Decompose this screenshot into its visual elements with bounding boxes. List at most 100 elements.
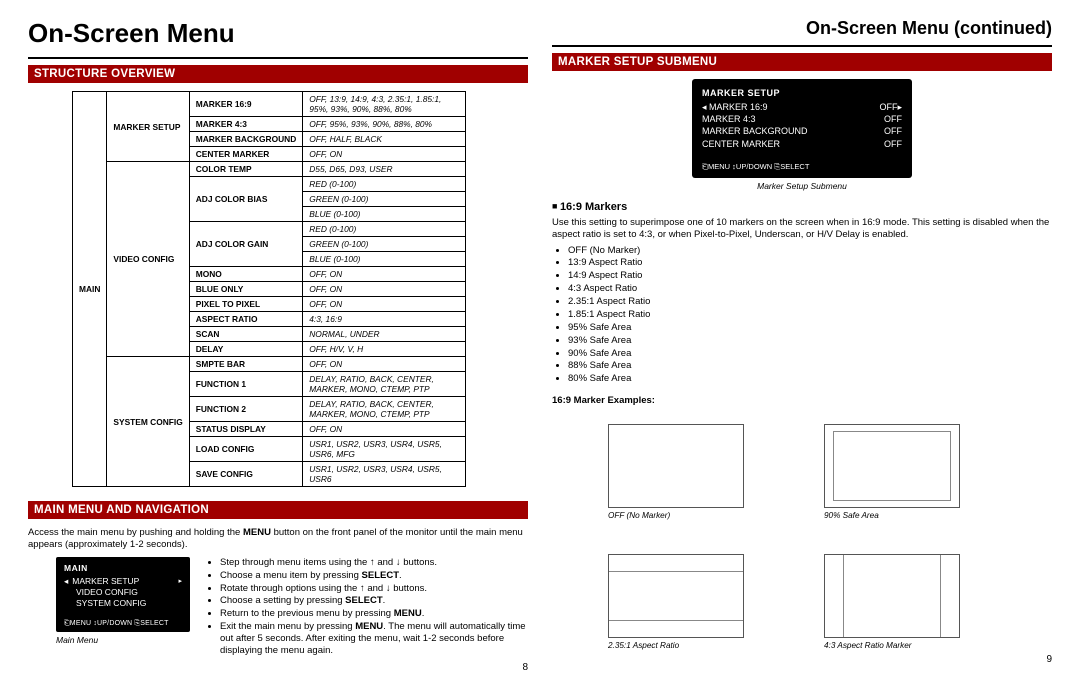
marker-examples: OFF (No Marker) 90% Safe Area 2.35:1 Aspec… xyxy=(608,424,1052,650)
table-setting-name: MARKER 16:9 xyxy=(189,92,303,117)
table-setting-values: USR1, USR2, USR3, USR4, USR5, USR6, MFG xyxy=(303,437,466,462)
table-setting-name: MONO xyxy=(189,267,303,282)
marker-example-caption: 90% Safe Area xyxy=(824,511,960,520)
marker-example: 2.35:1 Aspect Ratio xyxy=(608,554,744,650)
nav-bullet: Exit the main menu by pressing MENU. The… xyxy=(220,621,528,657)
section-structure-overview: STRUCTURE OVERVIEW xyxy=(28,65,528,83)
table-setting-values: BLUE (0-100) xyxy=(303,252,466,267)
marker-example: OFF (No Marker) xyxy=(608,424,744,520)
lcd-row: ◂ MARKER 16:9OFF▸ xyxy=(702,101,902,113)
table-setting-name: ASPECT RATIO xyxy=(189,312,303,327)
table-setting-name: CENTER MARKER xyxy=(189,147,303,162)
table-setting-name: MARKER 4:3 xyxy=(189,117,303,132)
divider xyxy=(552,45,1052,47)
table-setting-name: DELAY xyxy=(189,342,303,357)
table-setting-values: GREEN (0-100) xyxy=(303,237,466,252)
marker-list-item: 13:9 Aspect Ratio xyxy=(568,257,1052,269)
section-marker-setup: MARKER SETUP SUBMENU xyxy=(552,53,1052,71)
table-setting-values: OFF, ON xyxy=(303,357,466,372)
heading-169-markers: 16:9 Markers xyxy=(552,201,1052,213)
marker-example: 90% Safe Area xyxy=(824,424,960,520)
main-menu-lcd: MAIN ◂MARKER SETUP VIDEO CONFIG SYSTEM C… xyxy=(56,557,190,632)
marker-list-item: 2.35:1 Aspect Ratio xyxy=(568,296,1052,308)
marker-example-caption: OFF (No Marker) xyxy=(608,511,744,520)
table-setting-values: OFF, ON xyxy=(303,147,466,162)
table-setting-name: SAVE CONFIG xyxy=(189,462,303,487)
nav-bullet: Choose a setting by pressing SELECT. xyxy=(220,595,528,607)
table-setting-values: RED (0-100) xyxy=(303,177,466,192)
marker-list-item: OFF (No Marker) xyxy=(568,245,1052,257)
page-title-left: On-Screen Menu xyxy=(28,18,528,49)
marker-list-item: 80% Safe Area xyxy=(568,373,1052,385)
table-group-label: VIDEO CONFIG xyxy=(107,162,189,357)
marker-list-item: 14:9 Aspect Ratio xyxy=(568,270,1052,282)
page-number-left: 8 xyxy=(28,662,528,673)
nav-bullets: Step through menu items using the ↑ and … xyxy=(220,557,528,658)
marker-option-list: OFF (No Marker)13:9 Aspect Ratio14:9 Asp… xyxy=(568,245,1052,386)
table-setting-name: STATUS DISPLAY xyxy=(189,422,303,437)
nav-bullet: Return to the previous menu by pressing … xyxy=(220,608,528,620)
table-setting-name: ADJ COLOR GAIN xyxy=(189,222,303,267)
structure-table: MAINMARKER SETUPMARKER 16:9OFF, 13:9, 14… xyxy=(72,91,466,487)
table-main-label: MAIN xyxy=(73,92,107,487)
table-setting-name: FUNCTION 1 xyxy=(189,372,303,397)
table-setting-values: OFF, ON xyxy=(303,267,466,282)
table-setting-values: OFF, HALF, BLACK xyxy=(303,132,466,147)
table-setting-values: GREEN (0-100) xyxy=(303,192,466,207)
table-setting-values: NORMAL, UNDER xyxy=(303,327,466,342)
table-setting-name: SMPTE BAR xyxy=(189,357,303,372)
nav-bullet: Rotate through options using the ↑ and ↓… xyxy=(220,583,528,595)
table-setting-name: FUNCTION 2 xyxy=(189,397,303,422)
table-setting-values: OFF, 13:9, 14:9, 4:3, 2.35:1, 1.85:1, 95… xyxy=(303,92,466,117)
table-setting-name: PIXEL TO PIXEL xyxy=(189,297,303,312)
left-page: On-Screen Menu STRUCTURE OVERVIEW MAINMA… xyxy=(28,18,528,673)
table-setting-values: OFF, H/V, V, H xyxy=(303,342,466,357)
table-setting-values: OFF, 95%, 93%, 90%, 88%, 80% xyxy=(303,117,466,132)
lcd-row: MARKER BACKGROUNDOFF xyxy=(702,125,902,137)
table-group-label: SYSTEM CONFIG xyxy=(107,357,189,487)
table-group-label: MARKER SETUP xyxy=(107,92,189,162)
table-setting-values: RED (0-100) xyxy=(303,222,466,237)
marker-example-caption: 2.35:1 Aspect Ratio xyxy=(608,641,744,650)
table-setting-name: MARKER BACKGROUND xyxy=(189,132,303,147)
marker-example-box xyxy=(824,424,960,508)
main-menu-caption: Main Menu xyxy=(56,635,190,645)
marker-example: 4:3 Aspect Ratio Marker xyxy=(824,554,960,650)
lcd-row: CENTER MARKEROFF xyxy=(702,138,902,150)
marker-list-item: 1.85:1 Aspect Ratio xyxy=(568,309,1052,321)
nav-bullet: Choose a menu item by pressing SELECT. xyxy=(220,570,528,582)
table-setting-values: 4:3, 16:9 xyxy=(303,312,466,327)
right-page: On-Screen Menu (continued) MARKER SETUP … xyxy=(552,18,1052,673)
table-setting-name: SCAN xyxy=(189,327,303,342)
page-number-right: 9 xyxy=(1046,654,1052,665)
table-setting-values: OFF, ON xyxy=(303,422,466,437)
marker-example-box xyxy=(824,554,960,638)
marker-example-box xyxy=(608,424,744,508)
section-main-menu-nav: MAIN MENU AND NAVIGATION xyxy=(28,501,528,519)
markers-paragraph: Use this setting to superimpose one of 1… xyxy=(552,217,1052,241)
table-setting-values: OFF, ON xyxy=(303,297,466,312)
marker-list-item: 88% Safe Area xyxy=(568,360,1052,372)
marker-list-item: 4:3 Aspect Ratio xyxy=(568,283,1052,295)
table-setting-name: ADJ COLOR BIAS xyxy=(189,177,303,222)
table-setting-values: OFF, ON xyxy=(303,282,466,297)
table-setting-values: DELAY, RATIO, BACK, CENTER, MARKER, MONO… xyxy=(303,397,466,422)
table-setting-values: USR1, USR2, USR3, USR4, USR5, USR6 xyxy=(303,462,466,487)
marker-list-item: 90% Safe Area xyxy=(568,348,1052,360)
table-setting-name: LOAD CONFIG xyxy=(189,437,303,462)
marker-example-box xyxy=(608,554,744,638)
marker-submenu-lcd: MARKER SETUP ◂ MARKER 16:9OFF▸ MARKER 4:… xyxy=(692,79,912,178)
page-title-right: On-Screen Menu (continued) xyxy=(552,18,1052,39)
table-setting-name: COLOR TEMP xyxy=(189,162,303,177)
marker-list-item: 93% Safe Area xyxy=(568,335,1052,347)
divider xyxy=(28,57,528,59)
table-setting-values: D55, D65, D93, USER xyxy=(303,162,466,177)
marker-examples-heading: 16:9 Marker Examples: xyxy=(552,395,1052,406)
table-setting-values: BLUE (0-100) xyxy=(303,207,466,222)
nav-intro-paragraph: Access the main menu by pushing and hold… xyxy=(28,527,528,551)
marker-example-caption: 4:3 Aspect Ratio Marker xyxy=(824,641,960,650)
table-setting-name: BLUE ONLY xyxy=(189,282,303,297)
table-setting-values: DELAY, RATIO, BACK, CENTER, MARKER, MONO… xyxy=(303,372,466,397)
lcd-row: MARKER 4:3OFF xyxy=(702,113,902,125)
nav-bullet: Step through menu items using the ↑ and … xyxy=(220,557,528,569)
